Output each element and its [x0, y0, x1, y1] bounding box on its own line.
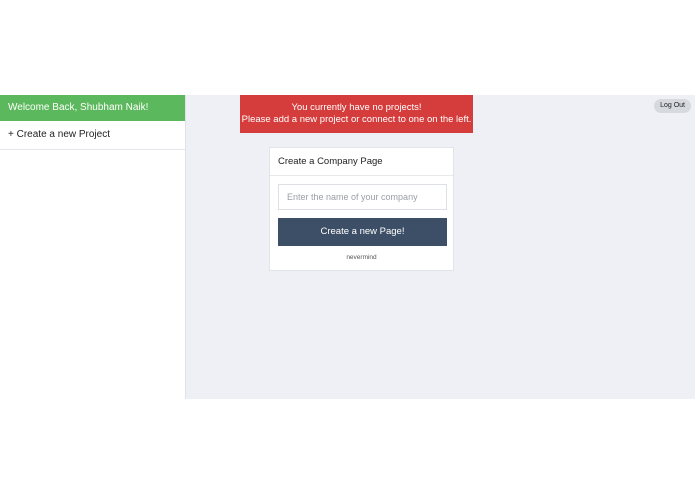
create-project-link[interactable]: + Create a new Project — [0, 121, 185, 150]
sidebar: Welcome Back, Shubham Naik! + Create a n… — [0, 95, 186, 399]
company-name-input[interactable] — [278, 184, 447, 210]
app-window: Welcome Back, Shubham Naik! + Create a n… — [0, 95, 695, 399]
nevermind-link[interactable]: nevermind — [270, 254, 453, 261]
card-title: Create a Company Page — [270, 148, 453, 176]
alert-line-2: Please add a new project or connect to o… — [241, 114, 472, 125]
create-company-card: Create a Company Page Create a new Page!… — [269, 147, 454, 271]
welcome-banner: Welcome Back, Shubham Naik! — [0, 95, 185, 121]
create-page-button[interactable]: Create a new Page! — [278, 218, 447, 246]
alert-line-1: You currently have no projects! — [291, 102, 422, 113]
logout-button[interactable]: Log Out — [654, 99, 691, 113]
no-projects-alert: You currently have no projects! Please a… — [240, 95, 473, 133]
